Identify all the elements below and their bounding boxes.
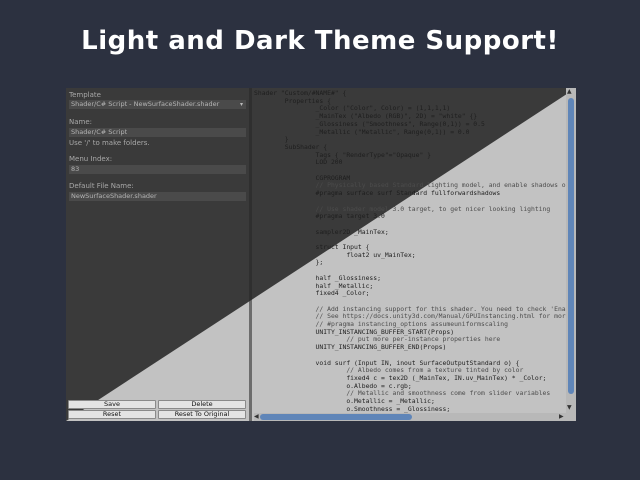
menu-index-label: Menu Index: bbox=[69, 155, 113, 163]
panel-divider bbox=[249, 88, 252, 421]
name-label: Name: bbox=[69, 118, 93, 126]
name-hint: Use '/' to make folders. bbox=[69, 139, 150, 147]
code-line: UNITY_INSTANCING_BUFFER_END(Props) bbox=[254, 343, 447, 352]
vertical-scrollbar[interactable]: ▲ ▼ bbox=[566, 88, 576, 413]
shader-template-editor-window: Template Shader/C# Script - NewSurfaceSh… bbox=[66, 88, 576, 421]
code-line: o.Smoothness = _Glossiness; bbox=[254, 404, 451, 413]
delete-button[interactable]: Delete bbox=[158, 400, 246, 409]
code-line: #pragma surface surf Standard fullforwar… bbox=[254, 189, 501, 198]
chevron-down-icon: ▾ bbox=[239, 101, 243, 108]
name-field[interactable]: Shader/C# Script bbox=[69, 128, 246, 137]
code-line: #pragma target 3.0 bbox=[254, 212, 385, 221]
default-file-name-label: Default File Name: bbox=[69, 182, 134, 190]
shader-code-editor[interactable]: Shader "Custom/#NAME#" { Properties { _C… bbox=[254, 88, 566, 413]
triangle-up-icon[interactable]: ▲ bbox=[567, 88, 572, 95]
page-headline: Light and Dark Theme Support! bbox=[81, 26, 559, 56]
reset-button[interactable]: Reset bbox=[68, 410, 156, 419]
horizontal-scrollbar-thumb[interactable] bbox=[260, 414, 412, 420]
default-file-name-field[interactable]: NewSurfaceShader.shader bbox=[69, 192, 246, 201]
save-button[interactable]: Save bbox=[68, 400, 156, 409]
template-dropdown-value: Shader/C# Script - NewSurfaceShader.shad… bbox=[71, 100, 220, 108]
code-line: }; bbox=[254, 258, 324, 267]
menu-index-field[interactable]: 83 bbox=[69, 165, 246, 174]
horizontal-scrollbar[interactable]: ◀ ▶ bbox=[254, 413, 576, 421]
vertical-scrollbar-thumb[interactable] bbox=[568, 98, 574, 394]
template-settings-panel: Template Shader/C# Script - NewSurfaceSh… bbox=[66, 88, 249, 421]
triangle-left-icon[interactable]: ◀ bbox=[254, 413, 259, 421]
code-line: fixed4 _Color; bbox=[254, 289, 370, 298]
triangle-right-icon[interactable]: ▶ bbox=[559, 413, 564, 421]
template-dropdown[interactable]: Shader/C# Script - NewSurfaceShader.shad… bbox=[69, 100, 246, 109]
code-line: LOD 200 bbox=[254, 158, 343, 167]
template-label: Template bbox=[69, 91, 101, 99]
triangle-down-icon[interactable]: ▼ bbox=[567, 404, 572, 411]
reset-to-original-button[interactable]: Reset To Original bbox=[158, 410, 246, 419]
code-line: sampler2D _MainTex; bbox=[254, 227, 389, 236]
